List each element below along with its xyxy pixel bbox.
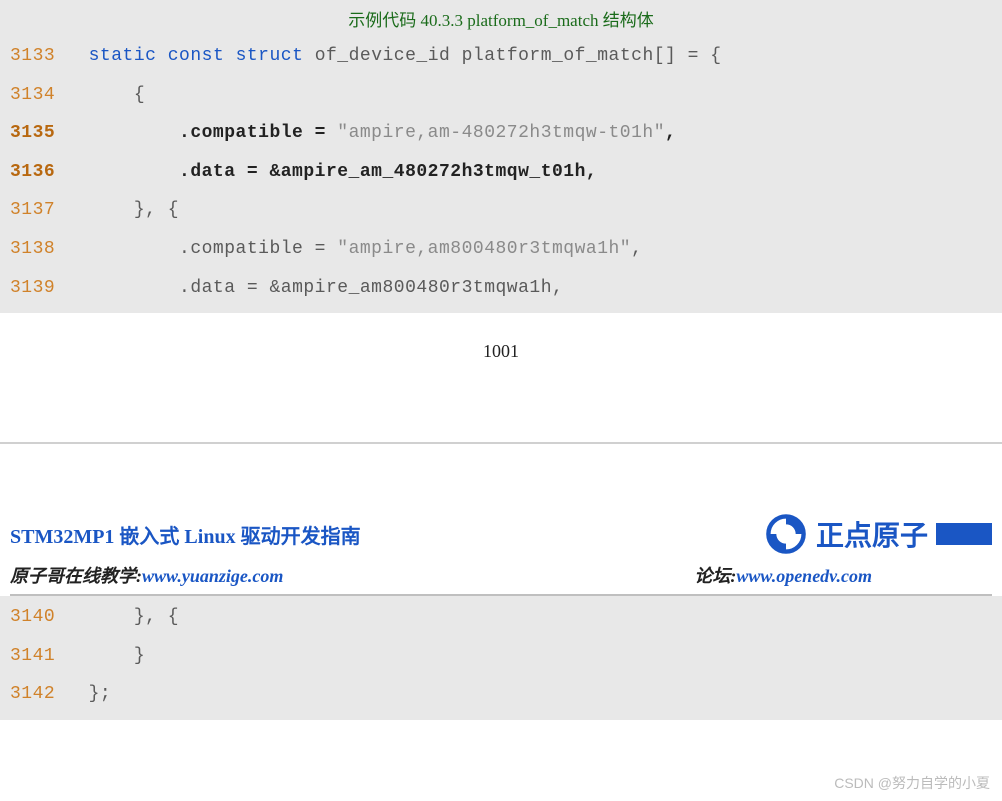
page-number: 1001: [0, 341, 1002, 362]
code-line: 3133 static const struct of_device_id pl…: [0, 37, 1002, 76]
code-text: {: [66, 80, 992, 111]
line-number: 3136: [10, 157, 66, 188]
code-line: 3136 .data = &ampire_am_480272h3tmqw_t01…: [0, 153, 1002, 192]
code-text: };: [66, 679, 992, 710]
teach-url[interactable]: www.yuanzige.com: [142, 566, 283, 586]
brand-name: 正点原子: [816, 514, 928, 554]
line-number: 3142: [10, 679, 66, 710]
code-line: 3135 .compatible = "ampire,am-480272h3tm…: [0, 114, 1002, 153]
forum-link: 论坛:www.openedv.com: [694, 562, 872, 588]
code-text: }: [66, 641, 992, 672]
code-text: static const struct of_device_id platfor…: [66, 41, 992, 72]
code-lines-top: 3133 static const struct of_device_id pl…: [0, 37, 1002, 307]
code-text: .data = &ampire_am_480272h3tmqw_t01h,: [66, 157, 992, 188]
code-line: 3142 };: [0, 675, 1002, 714]
line-number: 3138: [10, 234, 66, 265]
code-line: 3134 {: [0, 76, 1002, 115]
code-line: 3137 }, {: [0, 191, 1002, 230]
teach-link: 原子哥在线教学:www.yuanzige.com: [10, 562, 283, 588]
forum-label: 论坛:: [694, 566, 736, 586]
teach-label: 原子哥在线教学:: [10, 566, 142, 586]
line-number: 3135: [10, 118, 66, 149]
code-line: 3139 .data = &ampire_am800480r3tmqwa1h,: [0, 269, 1002, 308]
line-number: 3137: [10, 195, 66, 226]
line-number: 3141: [10, 641, 66, 672]
document-title: STM32MP1 嵌入式 Linux 驱动开发指南: [10, 520, 361, 549]
forum-url[interactable]: www.openedv.com: [736, 566, 872, 586]
line-number: 3134: [10, 80, 66, 111]
code-text: }, {: [66, 195, 992, 226]
code-line: 3141 }: [0, 637, 1002, 676]
line-number: 3133: [10, 41, 66, 72]
code-text: .compatible = "ampire,am800480r3tmqwa1h"…: [66, 234, 992, 265]
code-line: 3140 }, {: [0, 598, 1002, 637]
page-header: STM32MP1 嵌入式 Linux 驱动开发指南 正点原子 原子哥在线教学:w…: [0, 444, 1002, 596]
code-text: .compatible = "ampire,am-480272h3tmqw-t0…: [66, 118, 992, 149]
watermark-text: CSDN @努力自学的小夏: [834, 773, 990, 793]
brand-logo-icon: [764, 512, 808, 556]
code-lines-bottom: 3140 }, {3141 }3142 };: [0, 598, 1002, 714]
brand-block: 正点原子: [764, 512, 992, 556]
header-links-row: 原子哥在线教学:www.yuanzige.com 论坛:www.openedv.…: [10, 560, 992, 596]
line-number: 3139: [10, 273, 66, 304]
line-number: 3140: [10, 602, 66, 633]
code-text: }, {: [66, 602, 992, 633]
code-listing-title: 示例代码 40.3.3 platform_of_match 结构体: [0, 2, 1002, 37]
brand-accent-box: [936, 523, 992, 545]
code-text: .data = &ampire_am800480r3tmqwa1h,: [66, 273, 992, 304]
code-block-bottom: 3140 }, {3141 }3142 };: [0, 596, 1002, 720]
code-block-top: 示例代码 40.3.3 platform_of_match 结构体 3133 s…: [0, 0, 1002, 313]
code-line: 3138 .compatible = "ampire,am800480r3tmq…: [0, 230, 1002, 269]
